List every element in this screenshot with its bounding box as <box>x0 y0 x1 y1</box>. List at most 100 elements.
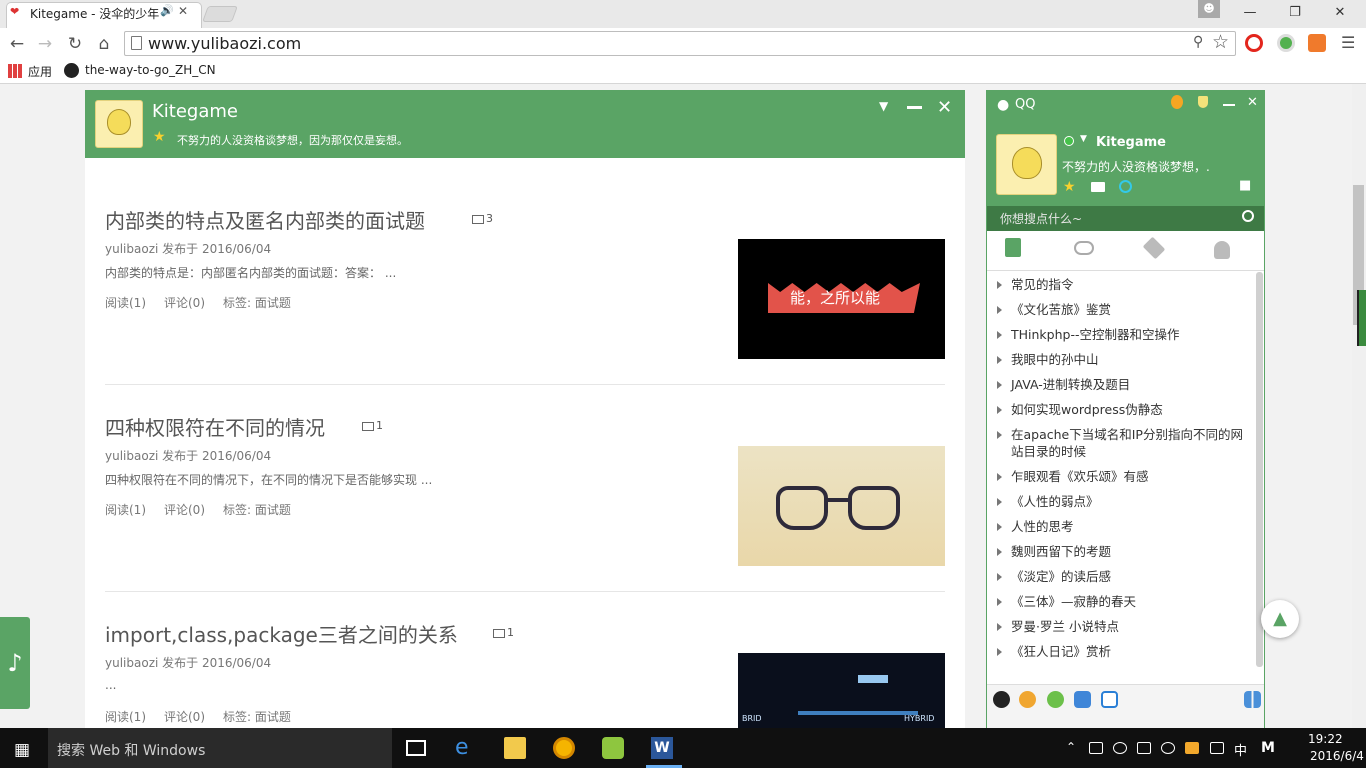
page-scrollbar-track[interactable] <box>1352 84 1366 728</box>
post-thumbnail[interactable]: 能，之所以能 <box>738 239 945 359</box>
post-tags[interactable]: 标签: 面试题 <box>223 296 291 310</box>
home-icon[interactable]: ⌂ <box>93 33 115 55</box>
list-item[interactable]: 《文化苦旅》鉴赏 <box>987 297 1255 322</box>
game-icon[interactable] <box>1047 691 1064 708</box>
status-extension-icon[interactable] <box>1277 34 1295 52</box>
star-icon[interactable]: ★ <box>1063 179 1076 195</box>
wifi-icon[interactable] <box>1161 742 1175 754</box>
zone-icon[interactable] <box>1119 180 1132 193</box>
volume-icon[interactable] <box>1113 742 1127 754</box>
opera-extension-icon[interactable] <box>1245 34 1263 52</box>
post-title[interactable]: import,class,package三者之间的关系 <box>105 619 458 648</box>
apps-grid-icon[interactable] <box>8 64 22 78</box>
post-title[interactable]: 四种权限符在不同的情况 <box>105 412 325 441</box>
list-item[interactable]: 《人性的弱点》 <box>987 489 1255 514</box>
qq-signature[interactable]: 不努力的人没资格谈梦想，. <box>1062 158 1257 175</box>
window-close-button[interactable]: ✕ <box>1320 2 1360 24</box>
list-item[interactable]: THinkphp--空控制器和空操作 <box>987 322 1255 347</box>
qq-tray-icon[interactable] <box>1185 742 1199 754</box>
list-item[interactable]: 魏则西留下的考题 <box>987 539 1255 564</box>
comment-count[interactable]: 评论(0) <box>164 503 205 517</box>
reload-icon[interactable]: ↻ <box>64 33 86 55</box>
task-view-icon[interactable] <box>406 740 426 756</box>
chat-tab-icon[interactable] <box>1074 241 1094 255</box>
bookmark-apps[interactable]: 应用 <box>28 63 52 80</box>
avatar[interactable] <box>95 100 143 148</box>
url-text[interactable]: www.yulibaozi.com <box>148 34 301 53</box>
list-item[interactable]: 如何实现wordpress伪静态 <box>987 397 1255 422</box>
list-item[interactable]: 《淡定》的读后感 <box>987 564 1255 589</box>
github-icon[interactable] <box>64 63 79 78</box>
list-item[interactable]: 我眼中的孙中山 <box>987 347 1255 372</box>
document-tab-icon[interactable] <box>1005 238 1021 257</box>
medal-icon[interactable] <box>1171 95 1183 109</box>
favorite-icon[interactable] <box>1074 691 1091 708</box>
addon-extension-icon[interactable] <box>1308 34 1326 52</box>
close-icon[interactable]: ✕ <box>178 4 188 18</box>
shield-icon[interactable] <box>1198 96 1208 108</box>
post-thumbnail[interactable] <box>738 446 945 566</box>
qq-search-input[interactable]: 你想搜点什么~ <box>1000 210 1082 227</box>
list-item[interactable]: 罗曼·罗兰 小说特点 <box>987 614 1255 639</box>
chevron-down-icon[interactable]: ▼ <box>879 99 888 113</box>
close-icon[interactable]: ✕ <box>1247 95 1258 110</box>
minimize-button[interactable]: — <box>1230 2 1270 24</box>
list-item[interactable]: 乍眼观看《欢乐颂》有感 <box>987 464 1255 489</box>
forward-arrow-icon[interactable]: → <box>34 33 56 55</box>
word-icon[interactable]: W <box>651 737 673 759</box>
side-widget[interactable] <box>1357 290 1366 346</box>
file-explorer-icon[interactable] <box>504 737 526 759</box>
app-grid-icon[interactable] <box>1244 691 1261 708</box>
windows-start-icon[interactable]: ▦ <box>14 740 30 760</box>
chrome-icon[interactable] <box>553 737 575 759</box>
post-tags[interactable]: 标签: 面试题 <box>223 503 291 517</box>
app-icon[interactable] <box>602 737 624 759</box>
network-icon[interactable] <box>1089 742 1103 754</box>
user-tab-icon[interactable] <box>1214 241 1230 259</box>
taskbar-search-input[interactable]: 搜索 Web 和 Windows <box>57 740 205 760</box>
new-tab-button[interactable] <box>202 6 238 22</box>
speaker-icon[interactable]: 🔊 <box>160 4 174 17</box>
restore-button[interactable]: ❐ <box>1275 2 1315 24</box>
profile-icon[interactable]: ☻ <box>1198 0 1220 18</box>
notification-icon[interactable] <box>1210 742 1224 754</box>
shirt-icon[interactable]: ■ <box>1239 178 1251 193</box>
post-title[interactable]: 内部类的特点及匿名内部类的面试题 <box>105 205 425 234</box>
key-icon[interactable]: ⚲ <box>1193 34 1203 50</box>
menu-icon[interactable]: ☰ <box>1341 33 1355 52</box>
battery-icon[interactable] <box>1137 742 1151 754</box>
edge-icon[interactable]: e <box>455 737 477 759</box>
back-arrow-icon[interactable]: ← <box>6 33 28 55</box>
list-item[interactable]: 人性的思考 <box>987 514 1255 539</box>
security-icon[interactable] <box>1101 691 1118 708</box>
clock-time[interactable]: 19:22 <box>1308 732 1343 746</box>
list-item[interactable]: 《狂人日记》赏析 <box>987 639 1255 664</box>
chevron-up-icon[interactable]: ⌃ <box>1066 740 1076 754</box>
list-item[interactable]: JAVA-进制转换及题目 <box>987 372 1255 397</box>
music-note-icon[interactable]: ♪ <box>0 617 30 709</box>
minimize-icon[interactable] <box>1223 104 1235 106</box>
bookmark-star-icon[interactable]: ☆ <box>1212 31 1229 53</box>
comment-count[interactable]: 评论(0) <box>164 296 205 310</box>
list-item[interactable]: 《三体》—寂静的春天 <box>987 589 1255 614</box>
qq-scrollbar[interactable] <box>1256 272 1263 667</box>
pet-icon[interactable] <box>1019 691 1036 708</box>
online-status-icon[interactable] <box>1064 136 1074 146</box>
list-item[interactable]: 常见的指令 <box>987 272 1255 297</box>
clock-date[interactable]: 2016/6/4 <box>1310 749 1364 763</box>
comment-count[interactable]: 评论(0) <box>164 710 205 724</box>
minimize-icon[interactable] <box>907 106 922 109</box>
qq-penguin-icon[interactable] <box>993 691 1010 708</box>
ime-mode[interactable]: M <box>1261 740 1275 756</box>
close-icon[interactable]: ✕ <box>937 97 952 118</box>
bookmark-github[interactable]: the-way-to-go_ZH_CN <box>85 63 216 77</box>
avatar[interactable] <box>996 134 1057 195</box>
search-icon[interactable] <box>1242 210 1254 222</box>
caret-down-icon[interactable]: ▼ <box>1080 134 1087 144</box>
mail-icon[interactable] <box>1091 182 1105 192</box>
post-thumbnail[interactable]: BRID HYBRID <box>738 653 945 728</box>
post-tags[interactable]: 标签: 面试题 <box>223 710 291 724</box>
list-item[interactable]: 在apache下当域名和IP分别指向不同的网站目录的时候 <box>987 422 1255 464</box>
ime-language[interactable]: 中 <box>1234 740 1247 759</box>
rocket-icon[interactable]: ▲ <box>1261 600 1299 638</box>
